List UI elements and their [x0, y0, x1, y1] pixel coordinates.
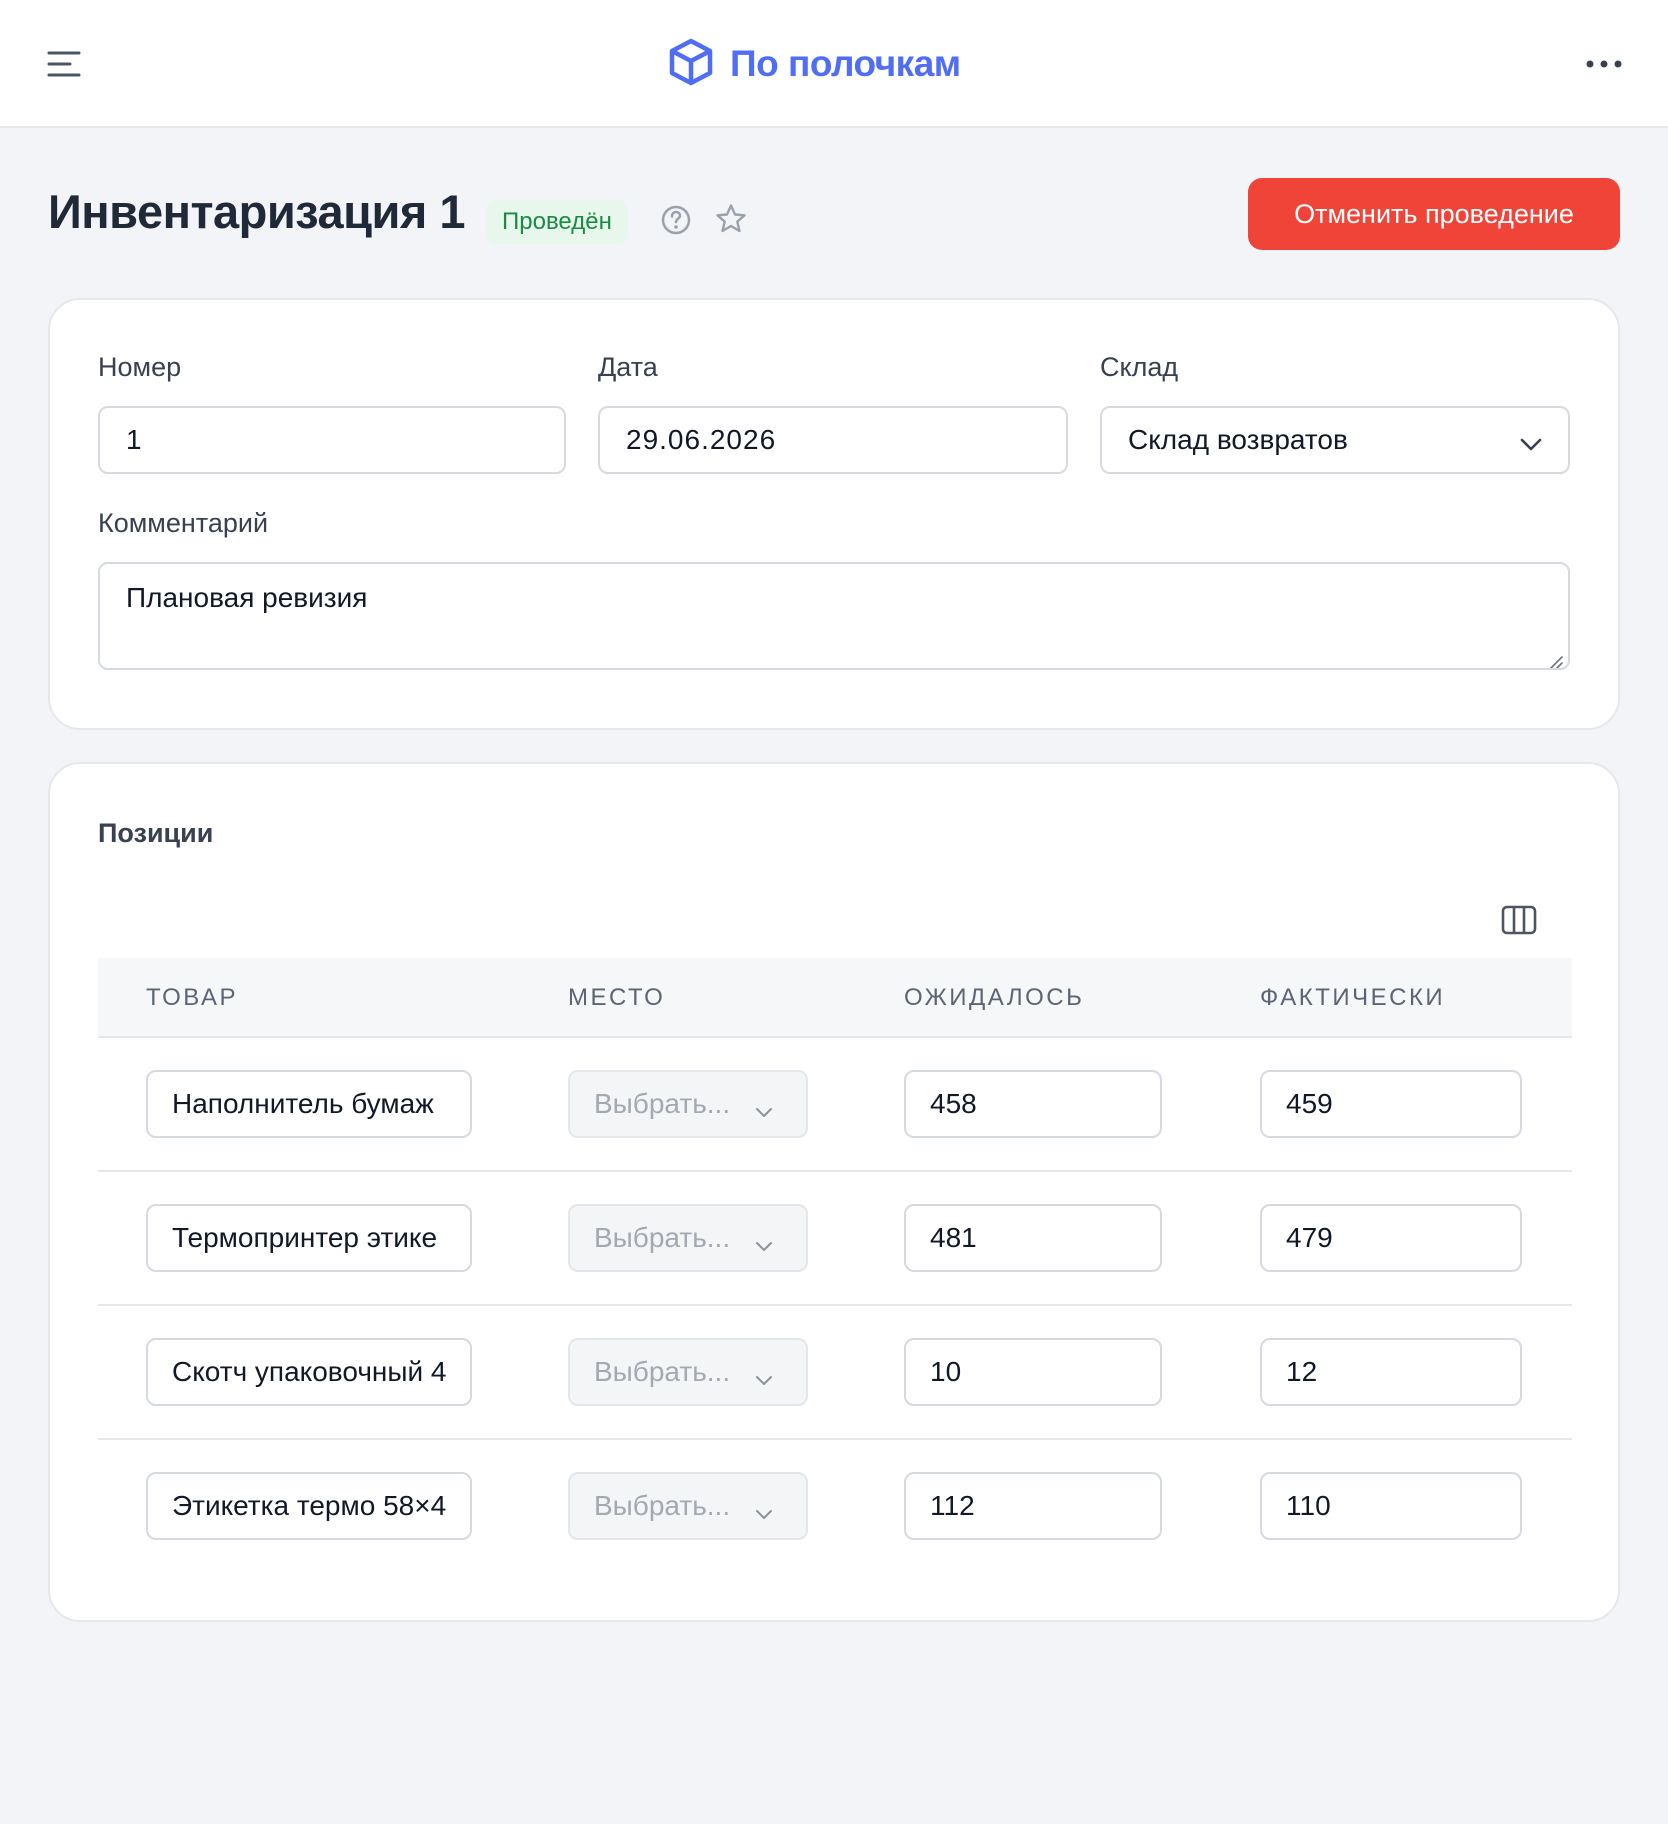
help-icon[interactable] — [660, 204, 692, 236]
number-label: Номер — [98, 352, 182, 382]
page-title: Инвентаризация 1 — [48, 185, 466, 238]
actual-input[interactable]: 459 — [1260, 1070, 1522, 1138]
place-placeholder: Выбрать... — [594, 1088, 731, 1119]
chevron-down-icon — [754, 1498, 774, 1519]
chevron-down-icon — [1518, 430, 1544, 452]
column-header-actual[interactable]: Фактически — [1260, 958, 1445, 1038]
comment-textarea[interactable]: Плановая ревизия — [98, 562, 1570, 670]
expected-input[interactable]: 10 — [904, 1338, 1162, 1406]
chevron-down-icon — [754, 1364, 774, 1385]
top-bar: По полочкам — [0, 0, 1668, 128]
cancel-posting-button[interactable]: Отменить проведение — [1248, 178, 1620, 250]
place-placeholder: Выбрать... — [594, 1222, 731, 1253]
positions-table: Товар Место Ожидалось Фактически Наполни… — [98, 958, 1572, 1574]
positions-title: Позиции — [98, 818, 214, 848]
brand-logo[interactable]: По полочкам — [666, 38, 961, 90]
date-field[interactable]: 29.06.2026 — [598, 406, 1068, 474]
warehouse-value: Склад возвратов — [1128, 424, 1348, 455]
table-row: Наполнитель бумаж Выбрать... 458 459 — [98, 1038, 1572, 1172]
actual-input[interactable]: 110 — [1260, 1472, 1522, 1540]
star-icon[interactable] — [714, 202, 748, 236]
date-label: Дата — [598, 352, 658, 382]
brand-name: По полочкам — [730, 43, 961, 84]
chevron-down-icon — [754, 1096, 774, 1117]
more-horizontal-icon[interactable] — [1582, 46, 1626, 82]
menu-icon[interactable] — [46, 46, 82, 82]
comment-label: Комментарий — [98, 508, 269, 538]
expected-input[interactable]: 481 — [904, 1204, 1162, 1272]
status-badge: Проведён — [486, 200, 628, 244]
actual-input[interactable]: 479 — [1260, 1204, 1522, 1272]
table-row: Этикетка термо 58×4 Выбрать... 112 110 — [98, 1440, 1572, 1574]
table-row: Скотч упаковочный 4 Выбрать... 10 12 — [98, 1306, 1572, 1440]
document-form-card: Номер 1 Дата 29.06.2026 Склад Склад возв… — [48, 298, 1620, 730]
column-header-place[interactable]: Место — [568, 958, 665, 1038]
place-select[interactable]: Выбрать... — [568, 1338, 808, 1406]
place-select[interactable]: Выбрать... — [568, 1204, 808, 1272]
place-placeholder: Выбрать... — [594, 1356, 731, 1387]
columns-icon[interactable] — [1500, 902, 1538, 938]
warehouse-label: Склад — [1100, 352, 1179, 382]
product-input[interactable]: Термопринтер этике — [146, 1204, 472, 1272]
column-header-expected[interactable]: Ожидалось — [904, 958, 1084, 1038]
table-header: Товар Место Ожидалось Фактически — [98, 958, 1572, 1038]
box-icon — [666, 37, 716, 92]
comment-value: Плановая ревизия — [126, 582, 368, 613]
chevron-down-icon — [754, 1230, 774, 1251]
place-select[interactable]: Выбрать... — [568, 1472, 808, 1540]
product-input[interactable]: Наполнитель бумаж — [146, 1070, 472, 1138]
positions-card: Позиции Товар Место Ожидалось Фактически… — [48, 762, 1620, 1622]
resize-handle-icon[interactable] — [1546, 646, 1564, 668]
place-placeholder: Выбрать... — [594, 1490, 731, 1521]
product-input[interactable]: Скотч упаковочный 4 — [146, 1338, 472, 1406]
table-row: Термопринтер этике Выбрать... 481 479 — [98, 1172, 1572, 1306]
number-field[interactable]: 1 — [98, 406, 566, 474]
warehouse-select[interactable]: Склад возвратов — [1100, 406, 1570, 474]
expected-input[interactable]: 112 — [904, 1472, 1162, 1540]
product-input[interactable]: Этикетка термо 58×4 — [146, 1472, 472, 1540]
actual-input[interactable]: 12 — [1260, 1338, 1522, 1406]
expected-input[interactable]: 458 — [904, 1070, 1162, 1138]
place-select[interactable]: Выбрать... — [568, 1070, 808, 1138]
column-header-product[interactable]: Товар — [146, 958, 238, 1038]
